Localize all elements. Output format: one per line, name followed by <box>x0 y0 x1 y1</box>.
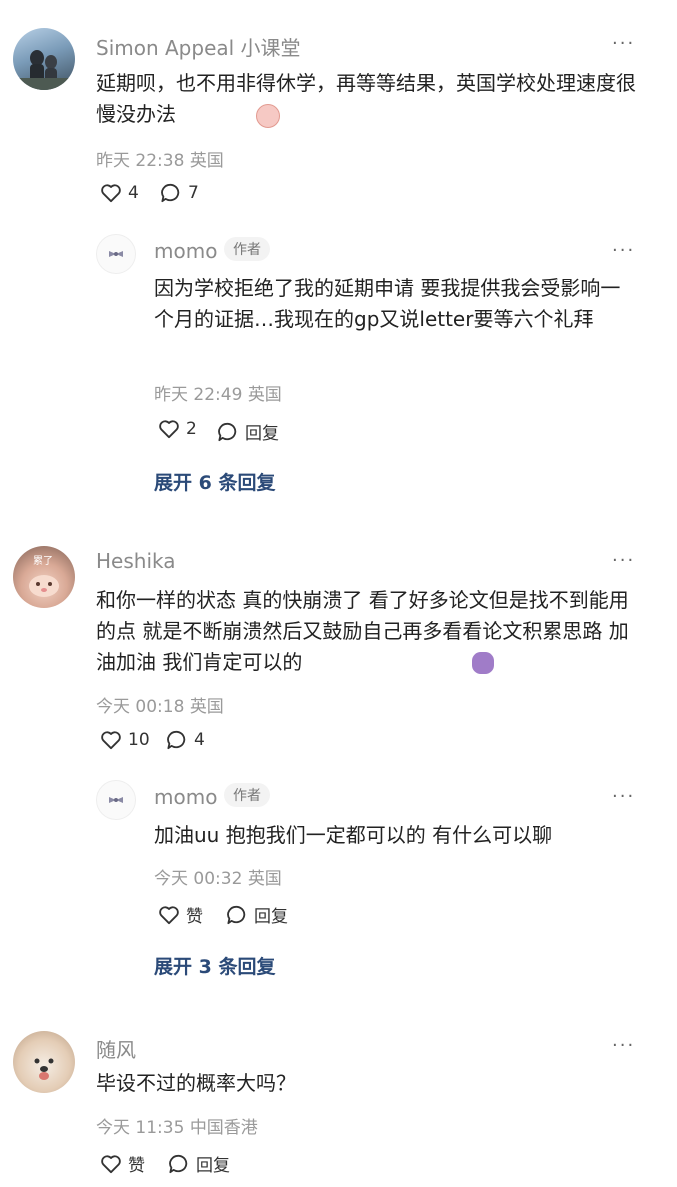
reply-timestamp: 昨天 22:49 英国 <box>154 380 282 405</box>
avatar-caption: 累了 <box>33 555 53 567</box>
like-button[interactable]: 2 <box>158 419 197 439</box>
location: 英国 <box>247 385 282 405</box>
like-count: 4 <box>128 183 139 203</box>
like-button[interactable]: 4 <box>100 183 139 203</box>
expand-replies-link[interactable]: 展开 6 条回复 <box>154 468 275 495</box>
more-options-icon[interactable]: ··· <box>612 550 635 571</box>
location: 中国香港 <box>189 1118 258 1138</box>
reply-button[interactable]: 7 <box>160 183 199 203</box>
location: 英国 <box>247 869 282 889</box>
bow-icon <box>109 251 123 257</box>
author-badge: 作者 <box>224 237 270 261</box>
comment-username[interactable]: Simon Appeal 小课堂 <box>96 32 301 61</box>
reply-username[interactable]: momo <box>154 239 217 263</box>
timestamp: 今天 00:18 <box>96 697 185 717</box>
reply-username[interactable]: momo <box>154 785 217 809</box>
comment-text: 延期呗，也不用非得休学，再等等结果，英国学校处理速度很慢没办法 <box>96 71 636 126</box>
bow-icon <box>109 797 123 803</box>
reply-count: 4 <box>194 730 205 750</box>
reply-button[interactable]: 回复 <box>217 419 279 444</box>
timestamp: 今天 11:35 <box>96 1118 185 1138</box>
location: 英国 <box>189 697 224 717</box>
reply-button[interactable]: 4 <box>166 730 205 750</box>
heart-outline-icon <box>159 420 179 439</box>
comment-username[interactable]: 随风 <box>96 1034 136 1063</box>
more-options-icon[interactable]: ··· <box>612 240 635 261</box>
heart-outline-icon <box>159 905 179 924</box>
avatar-photo-icon: 累了 <box>29 555 59 597</box>
reply-timestamp: 今天 00:32 英国 <box>154 864 282 889</box>
heart-outline-icon <box>101 1154 121 1173</box>
like-button[interactable]: 10 <box>100 730 150 750</box>
reply-label: 回复 <box>245 424 279 444</box>
user-avatar[interactable] <box>13 1031 75 1093</box>
comment-text: 毕设不过的概率大吗？ <box>96 1071 296 1095</box>
user-avatar[interactable] <box>13 28 75 90</box>
more-options-icon[interactable]: ··· <box>612 33 635 54</box>
comment-timestamp: 今天 00:18 英国 <box>96 692 224 717</box>
user-avatar[interactable]: 累了 <box>13 546 75 608</box>
like-label: 赞 <box>128 1156 145 1176</box>
reply-button[interactable]: 回复 <box>226 902 288 927</box>
like-label: 赞 <box>186 907 203 927</box>
like-count: 10 <box>128 730 150 750</box>
comment-bubble-icon <box>167 730 186 750</box>
reply-count: 7 <box>188 183 199 203</box>
avatar-photo-icon <box>13 50 75 90</box>
comment-bubble-icon <box>161 183 180 203</box>
comment-bubble-icon <box>218 422 237 441</box>
author-badge: 作者 <box>224 783 270 807</box>
comment-bubble-icon <box>169 1154 188 1173</box>
more-options-icon[interactable]: ··· <box>612 1035 635 1056</box>
comment-timestamp: 今天 11:35 中国香港 <box>96 1113 258 1138</box>
reply-text: 加油uu 抱抱我们一定都可以的 有什么可以聊 <box>154 823 553 847</box>
timestamp: 今天 00:32 <box>154 869 243 889</box>
author-avatar[interactable] <box>96 780 136 820</box>
timestamp: 昨天 22:49 <box>154 385 243 405</box>
comment-timestamp: 昨天 22:38 英国 <box>96 146 224 171</box>
author-avatar[interactable] <box>96 234 136 274</box>
avatar-dog-icon <box>34 1058 54 1080</box>
heart-outline-icon <box>101 731 121 750</box>
reply-text: 因为学校拒绝了我的延期申请 要我提供我会受影响一个月的证据…我现在的gp又说le… <box>154 276 621 331</box>
expand-replies-link[interactable]: 展开 3 条回复 <box>154 952 275 979</box>
like-count: 2 <box>186 419 197 439</box>
emoji-crying-icon <box>256 104 280 128</box>
like-button[interactable]: 赞 <box>158 902 203 927</box>
emoji-paw-icon <box>472 652 494 674</box>
comment-username[interactable]: Heshika <box>96 549 175 573</box>
comment-text: 和你一样的状态 真的快崩溃了 看了好多论文但是找不到能用的点 就是不断崩溃然后又… <box>96 588 629 674</box>
heart-outline-icon <box>101 184 121 203</box>
reply-label: 回复 <box>196 1156 230 1176</box>
reply-button[interactable]: 回复 <box>168 1151 230 1176</box>
more-options-icon[interactable]: ··· <box>612 786 635 807</box>
timestamp: 昨天 22:38 <box>96 151 185 171</box>
like-button[interactable]: 赞 <box>100 1151 145 1176</box>
comment-bubble-icon <box>227 905 246 924</box>
location: 英国 <box>189 151 224 171</box>
reply-label: 回复 <box>254 907 288 927</box>
